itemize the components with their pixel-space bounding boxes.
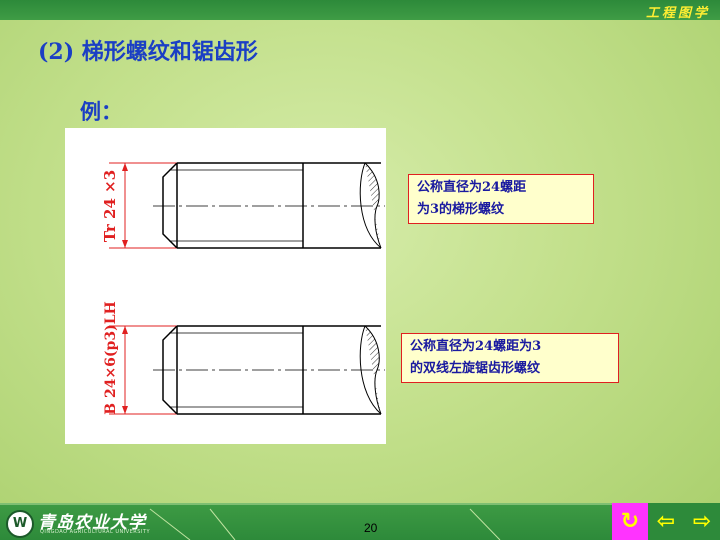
return-button[interactable]: ↻ — [612, 503, 648, 540]
buttress-thread-drawing — [109, 325, 385, 415]
slide-background: 工程图学 (2) 梯形螺纹和锯齿形 例： Tr 24 ×3 B 24×6(p3)… — [0, 0, 720, 540]
note-line: 公称直径为24螺距为3 — [410, 339, 542, 354]
page-number: 20 — [364, 521, 378, 535]
trapezoidal-thread-drawing — [109, 162, 385, 249]
thread-drawing: Tr 24 ×3 B 24×6(p3)LH — [101, 162, 385, 415]
course-title: 工程图学 — [645, 6, 710, 21]
return-icon: ↻ — [620, 509, 640, 534]
drawing-panel: Tr 24 ×3 B 24×6(p3)LH — [65, 128, 386, 444]
university-logo-subtext: QINGDAO AGRICULTURAL UNIVERSITY — [40, 529, 151, 535]
note-buttress-thread: 公称直径为24螺距为3 的双线左旋锯齿形螺纹 — [401, 333, 619, 383]
next-slide-button[interactable]: ⇨ — [684, 503, 720, 540]
arrow-right-icon: ⇨ — [692, 509, 712, 534]
thread-label-buttress: B 24×6(p3)LH — [103, 301, 119, 415]
arrow-left-icon: ⇦ — [656, 509, 676, 534]
note-trapezoidal-thread: 公称直径为24螺距 为3的梯形螺纹 — [408, 174, 594, 224]
example-label: 例： — [80, 99, 122, 124]
note-line: 公称直径为24螺距 — [417, 180, 527, 195]
thread-label-trapezoidal: Tr 24 ×3 — [101, 170, 119, 242]
top-bar: 工程图学 — [0, 0, 720, 21]
previous-slide-button[interactable]: ⇦ — [648, 503, 684, 540]
note-line: 的双线左旋锯齿形螺纹 — [410, 361, 541, 376]
note-line: 为3的梯形螺纹 — [417, 202, 505, 217]
slide-heading: (2) 梯形螺纹和锯齿形 — [38, 39, 258, 65]
university-emblem-icon: W — [6, 510, 34, 538]
